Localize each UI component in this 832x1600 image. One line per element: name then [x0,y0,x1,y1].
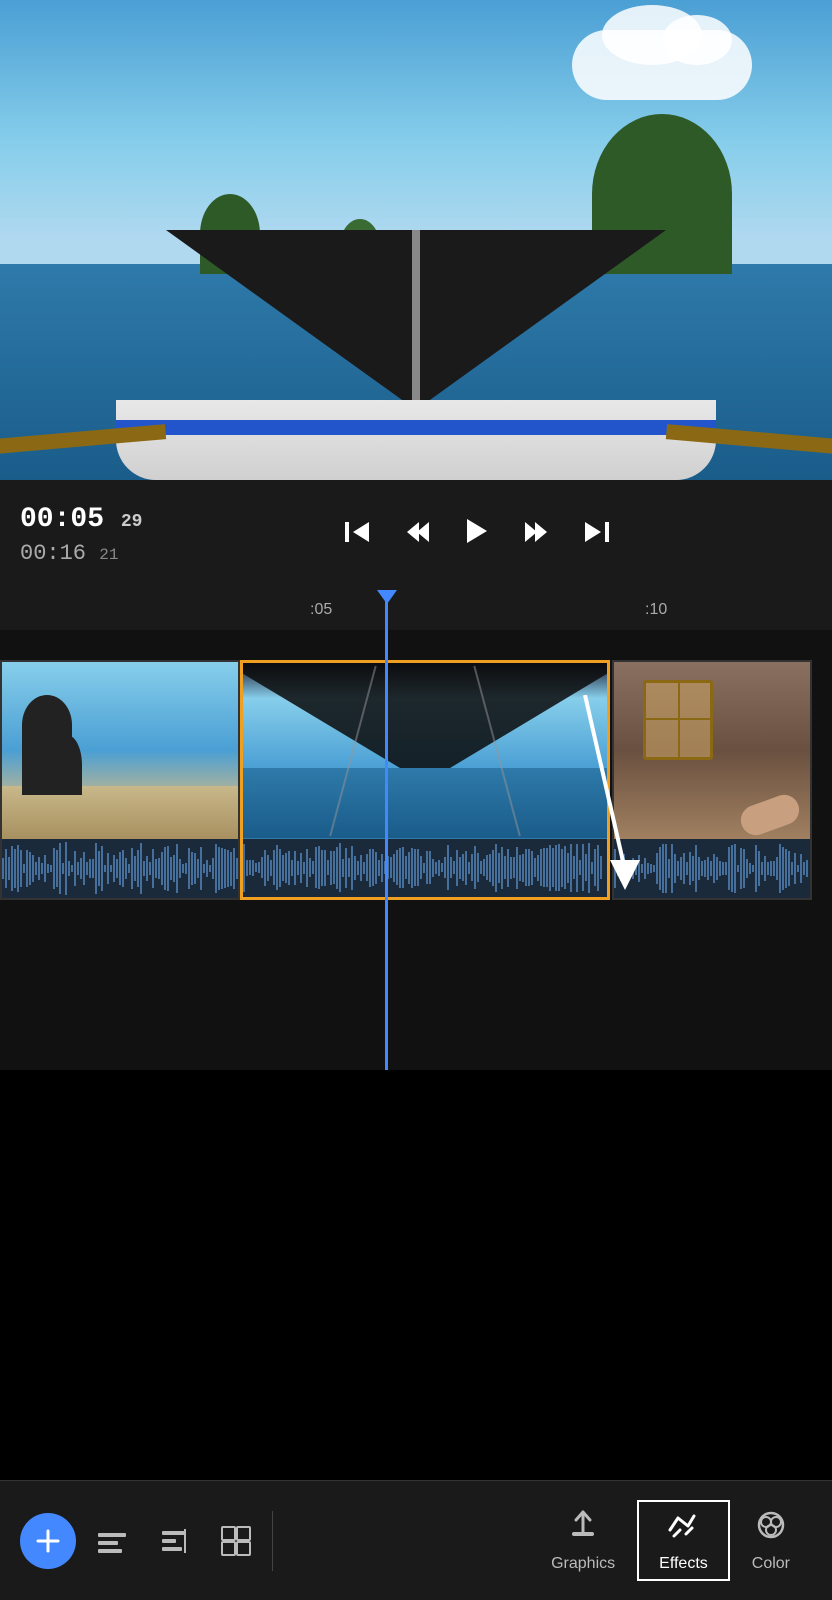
step-back-button[interactable] [396,511,438,560]
trim-icon [96,1525,128,1557]
clip-2-waveform: const bars2 = document.currentScript.par… [243,839,607,898]
video-preview [0,0,832,480]
skip-to-start-button[interactable] [336,511,378,560]
bottom-toolbar: Graphics Effects [0,1480,832,1600]
trim-button[interactable] [91,1520,133,1562]
clip-1[interactable]: // Generate waveform bars dynamically co… [0,660,240,900]
clips-row: // Generate waveform bars dynamically co… [0,650,832,910]
boat [166,230,666,480]
transport-controls[interactable] [336,510,618,560]
arrow-annotation [565,695,665,900]
clip-1-thumbnail [2,662,238,839]
total-time: 00:16 21 [20,541,142,566]
graphics-label: Graphics [551,1555,615,1573]
align-button[interactable] [153,1520,195,1562]
current-time: 00:05 29 [20,504,142,535]
effects-icon [666,1508,700,1549]
ruler-mark-10: :10 [645,601,667,619]
toolbar-right: Graphics Effects [529,1500,812,1581]
nav-item-graphics[interactable]: Graphics [529,1500,637,1581]
time-display: 00:05 29 00:16 21 [20,504,142,566]
toolbar-left [20,1511,283,1571]
playhead[interactable] [385,590,388,1070]
waveform-bars-2: const bars2 = document.currentScript.par… [243,839,607,898]
plus-icon [34,1527,62,1555]
cloud [572,30,752,100]
timeline-ruler: :05 :10 [0,590,832,630]
controls-bar: 00:05 29 00:16 21 [0,480,832,590]
waveform-bars: // Generate waveform bars dynamically co… [2,839,238,898]
color-icon [754,1508,788,1549]
color-label: Color [752,1555,790,1573]
ruler-mark-05: :05 [310,601,332,619]
align-icon [158,1525,190,1557]
clip-1-waveform: // Generate waveform bars dynamically co… [2,839,238,898]
play-button[interactable] [456,510,498,560]
effects-label: Effects [659,1555,708,1573]
clip2-canopy [240,663,610,783]
toolbar-icon-group [91,1520,257,1562]
layers-icon [220,1525,252,1557]
clip-2-thumbnail [243,663,607,839]
add-button[interactable] [20,1513,76,1569]
deck-stripe [116,420,716,435]
boat-deck [116,400,716,480]
skip-to-end-button[interactable] [576,511,618,560]
clip-2-selected[interactable]: const bars2 = document.currentScript.par… [240,660,610,900]
graphics-icon [566,1508,600,1549]
arrow-svg [565,695,665,895]
nav-item-effects[interactable]: Effects [637,1500,730,1581]
timeline[interactable]: :05 :10 // Generate waveform bars dynami… [0,590,832,1070]
layers-button[interactable] [215,1520,257,1562]
nav-item-color[interactable]: Color [730,1500,812,1581]
toolbar-separator [272,1511,273,1571]
step-forward-button[interactable] [516,511,558,560]
playhead-handle [377,590,397,604]
